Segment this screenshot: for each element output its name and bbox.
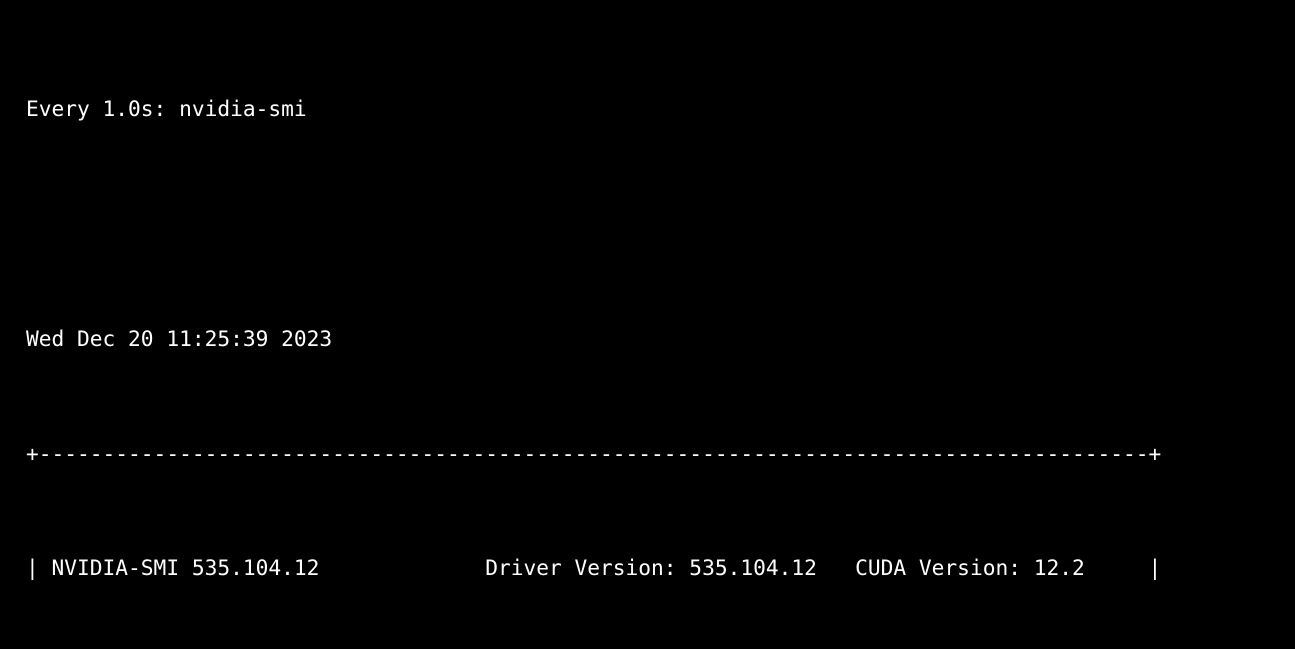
gpu-table-top-border: +---------------------------------------… [26, 440, 1162, 466]
watch-header-line: Every 1.0s: nvidia-smi [26, 96, 307, 122]
blank-line-1 [26, 210, 1174, 239]
watch-timestamp-line: Wed Dec 20 11:25:39 2023 [26, 325, 333, 351]
terminal-window: Every 1.0s: nvidia-smi Wed Dec 20 11:25:… [0, 0, 1295, 649]
terminal-screen-buffer: Every 1.0s: nvidia-smi Wed Dec 20 11:25:… [26, 9, 1174, 649]
smi-version-line: | NVIDIA-SMI 535.104.12 Driver Version: … [26, 555, 1162, 581]
